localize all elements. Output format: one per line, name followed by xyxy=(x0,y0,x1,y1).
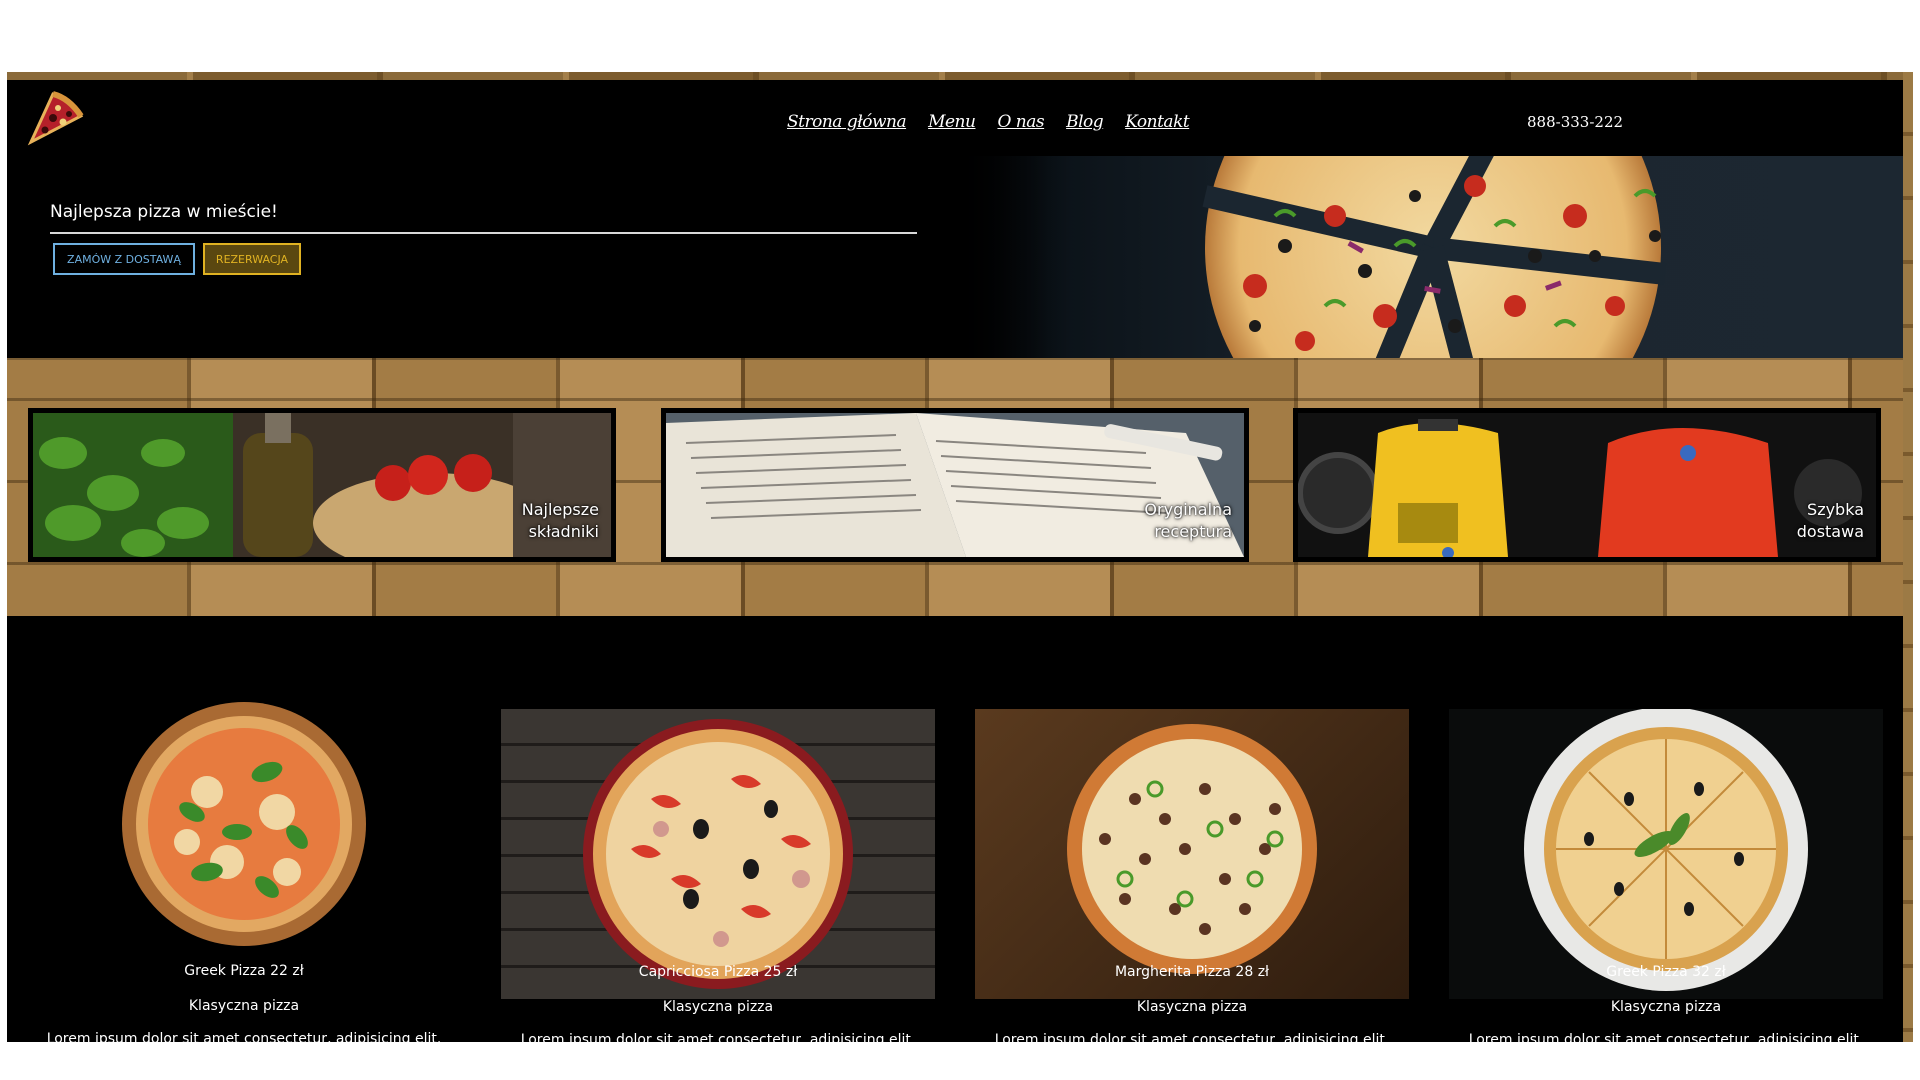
menu-card[interactable]: Greek Pizza 32 zł Klasyczna pizza Lorem … xyxy=(1429,616,1903,1042)
pizza-type: Klasyczna pizza xyxy=(1610,999,1722,1015)
pizza-image xyxy=(27,672,461,962)
pizza-image xyxy=(501,709,935,999)
pizza-description: Lorem ipsum dolor sit amet consectetur, … xyxy=(46,1031,442,1042)
pizza-name: Greek Pizza 22 zł xyxy=(184,963,304,979)
hero-divider xyxy=(50,232,917,234)
menu-card[interactable]: Capricciosa Pizza 25 zł Klasyczna pizza … xyxy=(481,616,955,1042)
nav-link-about[interactable]: O nas xyxy=(997,112,1044,132)
pizza-slice-logo-icon[interactable] xyxy=(23,88,85,150)
pizza-name: Capricciosa Pizza 25 zł xyxy=(638,964,798,980)
hero-section: Najlepsza pizza w mieście! ZAMÓW Z DOSTA… xyxy=(7,156,1903,358)
reservation-button[interactable]: REZERWACJA xyxy=(203,243,301,275)
pizza-type: Klasyczna pizza xyxy=(188,998,300,1014)
feature-delivery[interactable]: Szybka dostawa xyxy=(1293,408,1881,562)
menu-card[interactable]: Margherita Pizza 28 zł Klasyczna pizza L… xyxy=(955,616,1429,1042)
nav-link-blog[interactable]: Blog xyxy=(1066,112,1104,132)
pizza-name: Margherita Pizza 28 zł xyxy=(1114,964,1270,980)
features-section: Najlepsze składniki Oryginalna receptura… xyxy=(7,358,1903,616)
feature-label-ingredients: Najlepsze składniki xyxy=(521,500,599,541)
order-delivery-button[interactable]: ZAMÓW Z DOSTAWĄ xyxy=(53,243,195,275)
nav-link-contact[interactable]: Kontakt xyxy=(1125,112,1190,132)
pizza-image xyxy=(1449,709,1883,999)
hero-pizza-image xyxy=(955,156,1903,358)
pizza-menu: Greek Pizza 22 zł Klasyczna pizza Lorem … xyxy=(7,616,1903,1042)
feature-ingredients[interactable]: Najlepsze składniki xyxy=(28,408,616,562)
wood-border-right xyxy=(1903,72,1913,1042)
pizza-type: Klasyczna pizza xyxy=(662,999,774,1015)
hero-title: Najlepsza pizza w mieście! xyxy=(50,202,278,222)
feature-recipe[interactable]: Oryginalna receptura xyxy=(661,408,1249,562)
phone-number[interactable]: 888-333-222 xyxy=(1527,113,1623,131)
pizza-description: Lorem ipsum dolor sit amet consectetur, … xyxy=(520,1032,916,1042)
pizza-image xyxy=(975,709,1409,999)
feature-label-delivery: Szybka dostawa xyxy=(1796,500,1864,541)
site-header: Strona główna Menu O nas Blog Kontakt 88… xyxy=(7,80,1903,156)
main-nav: Strona główna Menu O nas Blog Kontakt xyxy=(787,112,1190,132)
wood-border-top xyxy=(7,72,1913,80)
nav-link-home[interactable]: Strona główna xyxy=(787,112,907,132)
website-page: Strona główna Menu O nas Blog Kontakt 88… xyxy=(7,72,1913,1042)
pizza-name: Greek Pizza 32 zł xyxy=(1606,964,1726,980)
nav-link-menu[interactable]: Menu xyxy=(928,112,976,132)
pizza-description: Lorem ipsum dolor sit amet consectetur, … xyxy=(1468,1032,1864,1042)
menu-card[interactable]: Greek Pizza 22 zł Klasyczna pizza Lorem … xyxy=(7,616,481,1042)
feature-label-recipe: Oryginalna receptura xyxy=(1144,500,1232,541)
pizza-type: Klasyczna pizza xyxy=(1136,999,1248,1015)
pizza-description: Lorem ipsum dolor sit amet consectetur, … xyxy=(994,1032,1390,1042)
